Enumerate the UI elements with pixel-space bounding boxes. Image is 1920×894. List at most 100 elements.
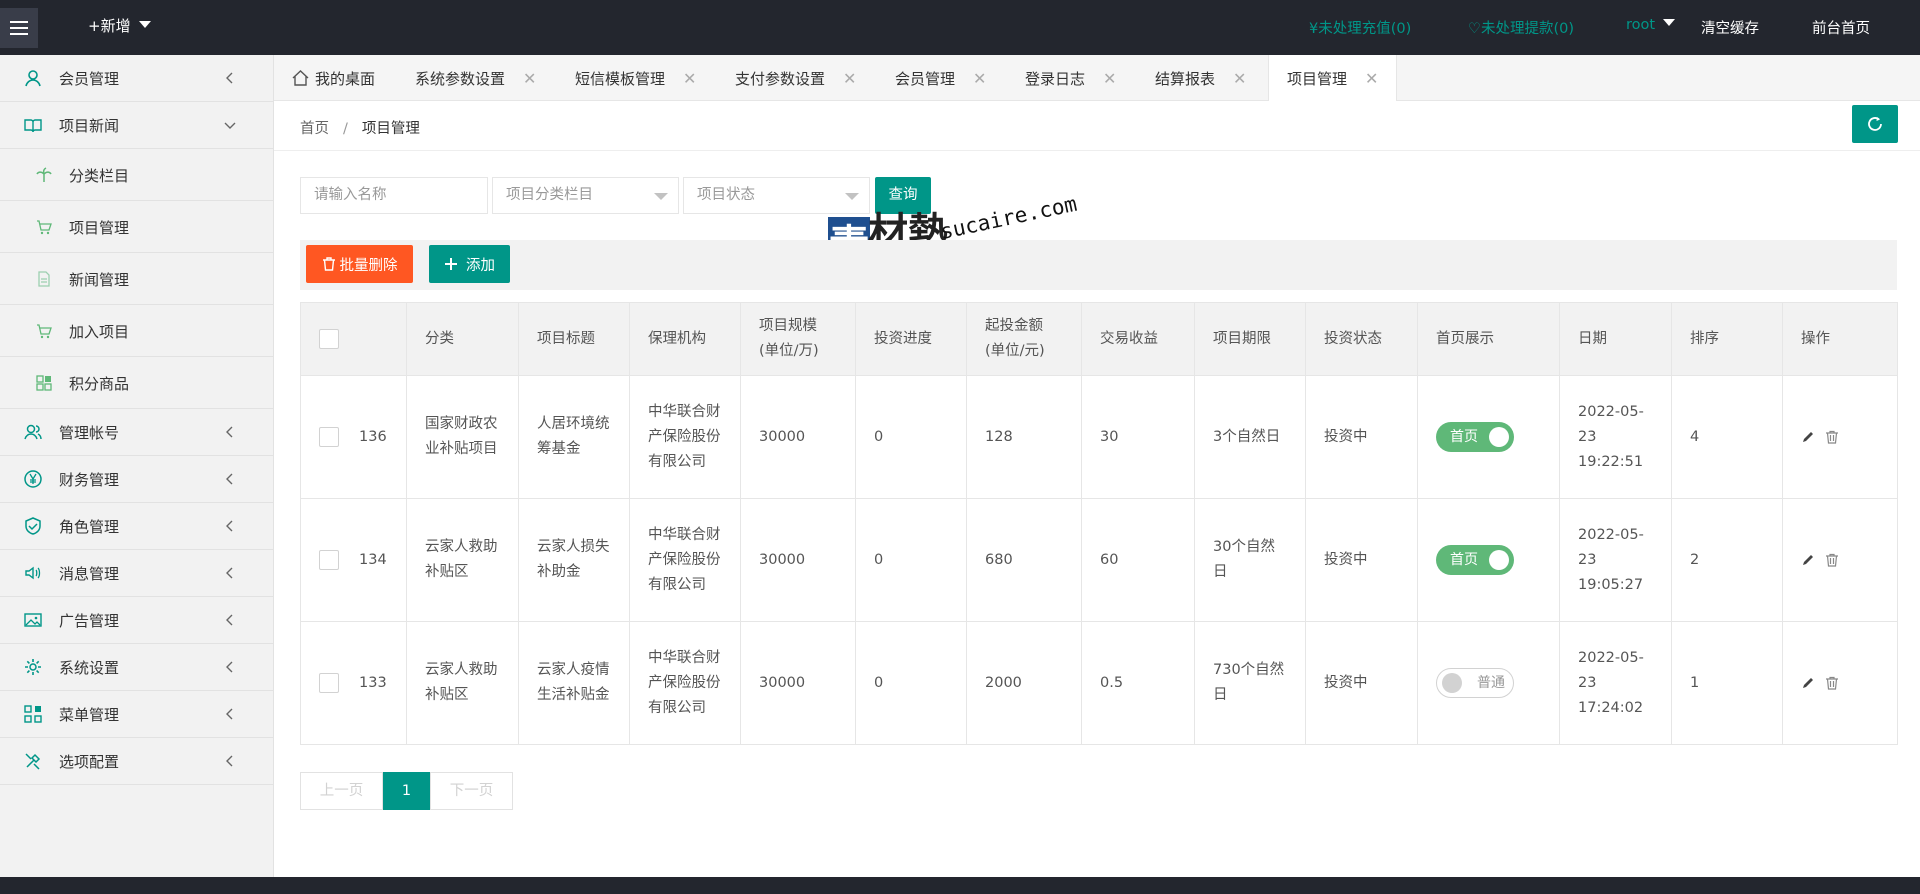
batch-delete-label: 批量删除	[339, 257, 398, 274]
status-cell: 投资中	[1305, 498, 1418, 622]
sidebar-item-project-news[interactable]: 项目新闻	[0, 102, 273, 149]
gear-icon	[25, 659, 41, 675]
sidebar-subitem-join-project[interactable]: 加入项目	[0, 305, 273, 357]
delete-icon[interactable]	[1825, 553, 1839, 567]
category-cell: 云家人救助补贴区	[406, 498, 519, 622]
tab-sms-templates[interactable]: 短信模板管理 ✕	[575, 55, 696, 101]
home-display-cell: 普通	[1417, 621, 1560, 745]
tab-my-desktop[interactable]: 我的桌面	[292, 55, 375, 101]
row-checkbox[interactable]	[319, 550, 339, 570]
tab-login-log[interactable]: 登录日志 ✕	[1025, 55, 1116, 101]
close-icon[interactable]: ✕	[683, 69, 696, 88]
users-icon	[24, 424, 42, 440]
close-icon[interactable]: ✕	[1233, 69, 1246, 88]
sidebar-item-messages[interactable]: 消息管理	[0, 550, 273, 597]
pending-recharge-link[interactable]: ¥未处理充值(0)	[1309, 17, 1411, 38]
pagination: 上一页 1 下一页	[300, 772, 513, 810]
chevron-left-icon	[226, 473, 233, 485]
menu-toggle-button[interactable]	[0, 8, 38, 48]
close-icon[interactable]: ✕	[1365, 69, 1378, 88]
sidebar-subitem-project-management[interactable]: 项目管理	[0, 201, 273, 253]
tab-payment-params[interactable]: 支付参数设置 ✕	[735, 55, 856, 101]
yen-icon	[24, 470, 42, 488]
category-cell: 国家财政农业补贴项目	[406, 375, 519, 499]
sidebar-item-options[interactable]: 选项配置	[0, 738, 273, 785]
toggle-label: 首页	[1450, 552, 1478, 568]
add-button[interactable]: 添加	[429, 245, 510, 283]
home-display-toggle[interactable]: 首页	[1436, 545, 1514, 575]
progress-cell: 0	[855, 375, 967, 499]
sidebar-item-roles[interactable]: 角色管理	[0, 503, 273, 550]
category-select[interactable]: 项目分类栏目	[492, 177, 679, 214]
sidebar-subitem-categories[interactable]: 分类栏目	[0, 149, 273, 201]
chevron-left-icon	[226, 520, 233, 532]
breadcrumb-home[interactable]: 首页	[300, 121, 329, 137]
sidebar-item-label: 项目新闻	[59, 116, 120, 135]
tab-members[interactable]: 会员管理 ✕	[895, 55, 986, 101]
refresh-button[interactable]	[1852, 105, 1898, 143]
front-home-link[interactable]: 前台首页	[1812, 17, 1870, 38]
new-dropdown[interactable]: +新增	[88, 15, 151, 36]
sidebar-item-menus[interactable]: 菜单管理	[0, 691, 273, 738]
tab-settlement-report[interactable]: 结算报表 ✕	[1155, 55, 1246, 101]
batch-delete-button[interactable]: 批量删除	[306, 245, 413, 283]
row-id: 134	[359, 551, 387, 568]
row-checkbox[interactable]	[319, 673, 339, 693]
breadcrumb-current: 项目管理	[361, 121, 420, 137]
actions-cell	[1782, 375, 1898, 499]
user-menu[interactable]: root	[1626, 17, 1676, 33]
sidebar-subitem-points-goods[interactable]: 积分商品	[0, 357, 273, 409]
caret-down-icon	[138, 21, 151, 28]
title-cell: 人居环境统筹基金	[518, 375, 630, 499]
page-number[interactable]: 1	[383, 772, 430, 810]
table-toolbar: 批量删除 添加	[300, 240, 1897, 290]
chevron-left-icon	[226, 426, 233, 438]
sidebar-item-finance[interactable]: 财务管理	[0, 456, 273, 503]
status-cell: 投资中	[1305, 375, 1418, 499]
delete-icon[interactable]	[1825, 676, 1839, 690]
delete-icon[interactable]	[1825, 430, 1839, 444]
sidebar-item-system-settings[interactable]: 系统设置	[0, 644, 273, 691]
picture-icon	[24, 613, 42, 627]
name-search-input[interactable]: 请输入名称	[300, 177, 488, 214]
edit-icon[interactable]	[1801, 676, 1815, 690]
home-display-cell: 首页	[1417, 498, 1560, 622]
sidebar-subitem-news-management[interactable]: 新闻管理	[0, 253, 273, 305]
row-checkbox[interactable]	[319, 427, 339, 447]
sidebar-item-label: 菜单管理	[59, 705, 120, 724]
close-icon[interactable]: ✕	[1103, 69, 1116, 88]
tab-system-params[interactable]: 系统参数设置 ✕	[415, 55, 536, 101]
close-icon[interactable]: ✕	[973, 69, 986, 88]
sidebar-item-label: 管理帐号	[59, 423, 120, 442]
next-page-button[interactable]: 下一页	[430, 772, 513, 810]
sidebar-item-admin-accounts[interactable]: 管理帐号	[0, 409, 273, 456]
column-header: 起投金额 (单位/元)	[966, 302, 1082, 376]
home-display-toggle[interactable]: 首页	[1436, 422, 1514, 452]
breadcrumb: 首页 / 项目管理	[300, 117, 420, 138]
toggle-label: 普通	[1477, 675, 1505, 691]
clear-cache-link[interactable]: 清空缓存	[1701, 17, 1759, 38]
close-icon[interactable]: ✕	[523, 69, 536, 88]
edit-icon[interactable]	[1801, 553, 1815, 567]
tab-label: 系统参数设置	[415, 69, 506, 88]
user-icon	[25, 70, 41, 87]
column-header: 操作	[1782, 302, 1898, 376]
scale-cell: 30000	[740, 498, 856, 622]
column-header: 交易收益	[1081, 302, 1195, 376]
sidebar-subitem-label: 积分商品	[69, 375, 130, 393]
chevron-left-icon	[226, 755, 233, 767]
close-icon[interactable]: ✕	[843, 69, 856, 88]
edit-icon[interactable]	[1801, 430, 1815, 444]
title-cell: 云家人疫情生活补贴金	[518, 621, 630, 745]
prev-page-button[interactable]: 上一页	[300, 772, 383, 810]
tab-project-management[interactable]: 项目管理 ✕	[1268, 55, 1398, 101]
sidebar-item-members[interactable]: 会员管理	[0, 55, 273, 102]
select-all-checkbox[interactable]	[319, 328, 339, 349]
top-bar: +新增 ¥未处理充值(0) ♡未处理提款(0) root 清空缓存 前台首页	[0, 0, 1920, 55]
id-cell: 133	[300, 621, 407, 745]
pending-withdraw-link[interactable]: ♡未处理提款(0)	[1468, 17, 1574, 38]
sidebar-item-ads[interactable]: 广告管理	[0, 597, 273, 644]
column-header: 投资状态	[1305, 302, 1418, 376]
scale-cell: 30000	[740, 375, 856, 499]
home-display-toggle[interactable]: 普通	[1436, 668, 1514, 698]
